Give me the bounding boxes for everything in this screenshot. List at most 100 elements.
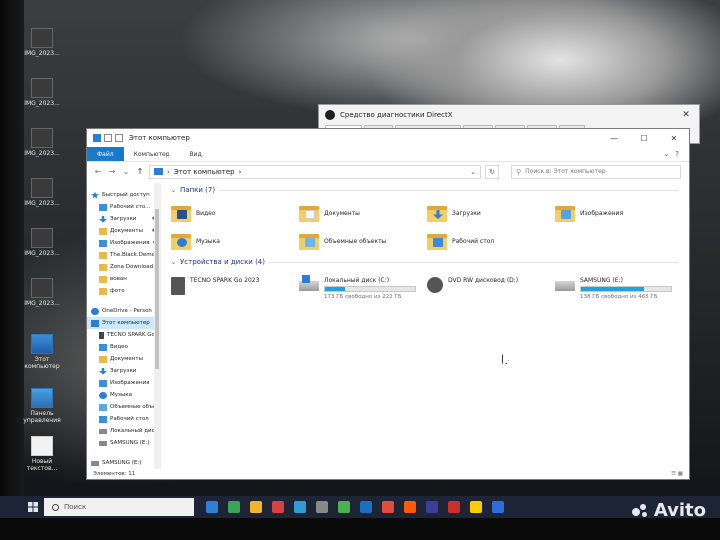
- taskbar: Поиск: [0, 496, 720, 518]
- taskbar-app-icon[interactable]: [206, 501, 218, 513]
- directx-app-icon: [325, 110, 335, 120]
- taskbar-app-icon[interactable]: [360, 501, 372, 513]
- nav-item-label: Рабочий стол: [110, 416, 149, 422]
- nav-item[interactable]: Документы✱: [87, 225, 160, 237]
- folder-downloads[interactable]: Загрузки: [427, 199, 555, 227]
- recent-locations-button[interactable]: ⌄: [121, 167, 131, 176]
- close-button[interactable]: ✕: [659, 134, 689, 143]
- address-dropdown-icon[interactable]: ⌄: [470, 168, 476, 176]
- devices-group-header[interactable]: ⌄ Устройства и диски (4): [171, 255, 689, 269]
- tab-computer[interactable]: Компьютер: [124, 147, 180, 161]
- directx-titlebar[interactable]: Средство диагностики DirectX ✕: [319, 105, 699, 125]
- nav-item-label: SAMSUNG (E:): [102, 460, 142, 466]
- desktop-icon-photo[interactable]: IMG_2023...: [20, 228, 64, 257]
- device-tile[interactable]: DVD RW дисковод (D:): [427, 273, 555, 307]
- nav-item[interactable]: Локальный дис: [87, 425, 160, 437]
- desktop-icon-photo[interactable]: IMG_2023...: [20, 128, 64, 157]
- taskbar-app-icon[interactable]: [492, 501, 504, 513]
- nav-item[interactable]: Видео: [87, 341, 160, 353]
- nav-item[interactable]: вован: [87, 273, 160, 285]
- tab-view[interactable]: Вид: [180, 147, 212, 161]
- folder-icon: [555, 204, 575, 222]
- monitor-bezel-bottom: [0, 518, 720, 540]
- nav-item[interactable]: Этот компьютер: [87, 317, 160, 329]
- minimize-button[interactable]: —: [599, 134, 629, 143]
- device-tile[interactable]: TECNO SPARK Go 2023: [171, 273, 299, 307]
- directx-close-button[interactable]: ✕: [673, 110, 699, 120]
- properties-icon[interactable]: [104, 134, 112, 142]
- taskbar-app-icon[interactable]: [404, 501, 416, 513]
- desktop-icon-photo[interactable]: IMG_2023...: [20, 278, 64, 307]
- taskbar-app-icon[interactable]: [228, 501, 240, 513]
- tab-file[interactable]: Файл: [87, 147, 124, 161]
- nav-item[interactable]: Изображения✱: [87, 237, 160, 249]
- taskbar-app-icon[interactable]: [382, 501, 394, 513]
- folder-pictures[interactable]: Изображения: [555, 199, 683, 227]
- desktop-icon-photo[interactable]: IMG_2023...: [20, 178, 64, 207]
- nav-scrollbar-thumb[interactable]: [155, 209, 159, 369]
- nav-item[interactable]: Рабочий стол: [87, 413, 160, 425]
- taskbar-app-icon[interactable]: [448, 501, 460, 513]
- folder-3d-objects[interactable]: Объемные объекты: [299, 227, 427, 255]
- taskbar-search[interactable]: Поиск: [44, 498, 194, 516]
- nav-item[interactable]: Объемные объе: [87, 401, 160, 413]
- explorer-window[interactable]: Этот компьютер — ☐ ✕ Файл Компьютер Вид …: [86, 128, 690, 480]
- nav-item[interactable]: Рабочий сто...✱: [87, 201, 160, 213]
- folders-group-header[interactable]: ⌄ Папки (7): [171, 183, 689, 197]
- breadcrumb-this-pc[interactable]: Этот компьютер: [174, 168, 235, 176]
- back-button[interactable]: ←: [93, 167, 103, 176]
- up-button[interactable]: ↑: [135, 167, 145, 176]
- taskbar-app-icon[interactable]: [470, 501, 482, 513]
- desktop-icon-pc[interactable]: Этот компьютер: [20, 334, 64, 370]
- nav-item[interactable]: Загрузки: [87, 365, 160, 377]
- start-button[interactable]: [22, 496, 44, 518]
- device-tile[interactable]: Локальный диск (C:) 173 ГБ свободно из 22…: [299, 273, 427, 307]
- desktop-icon-photo[interactable]: IMG_2023...: [20, 28, 64, 57]
- explorer-titlebar[interactable]: Этот компьютер — ☐ ✕: [87, 129, 689, 147]
- address-input[interactable]: › Этот компьютер › ⌄: [149, 164, 481, 179]
- search-input[interactable]: [525, 168, 666, 175]
- nav-item[interactable]: Музыка: [87, 389, 160, 401]
- view-toggle-icons[interactable]: ☰ ▦: [671, 471, 683, 477]
- maximize-button[interactable]: ☐: [629, 134, 659, 143]
- nav-item[interactable]: Изображения: [87, 377, 160, 389]
- taskbar-app-icon[interactable]: [316, 501, 328, 513]
- taskbar-app-icon[interactable]: [338, 501, 350, 513]
- desktop-icon-panel[interactable]: Панель управления: [20, 388, 64, 424]
- taskbar-app-icon[interactable]: [294, 501, 306, 513]
- collapse-caret-icon[interactable]: ⌄: [171, 259, 176, 266]
- taskbar-app-icon[interactable]: [250, 501, 262, 513]
- taskbar-app-icon[interactable]: [272, 501, 284, 513]
- refresh-button[interactable]: ↻: [485, 164, 499, 179]
- nav-item[interactable]: Документы: [87, 353, 160, 365]
- nav-item[interactable]: SAMSUNG (E:): [87, 457, 160, 469]
- desktop-icon-file[interactable]: Новый текстов...: [20, 436, 64, 472]
- expand-ribbon-icon[interactable]: ⌄: [663, 150, 669, 158]
- folder-desktop[interactable]: Рабочий стол: [427, 227, 555, 255]
- folder-documents[interactable]: Документы: [299, 199, 427, 227]
- collapse-caret-icon[interactable]: ⌄: [171, 187, 176, 194]
- ribbon-tabs: Файл Компьютер Вид ⌄ ?: [87, 147, 689, 161]
- music-icon: [99, 391, 107, 399]
- device-info: SAMSUNG (E:) 138 ГБ свободно из 465 ГБ: [580, 277, 672, 300]
- nav-item[interactable]: Zona Download: [87, 261, 160, 273]
- folder-music[interactable]: Музыка: [171, 227, 299, 255]
- nav-item[interactable]: Загрузки✱: [87, 213, 160, 225]
- taskbar-app-icon[interactable]: [426, 501, 438, 513]
- nav-item[interactable]: фото: [87, 285, 160, 297]
- search-box[interactable]: ⚲: [511, 164, 681, 179]
- help-icon[interactable]: ?: [675, 150, 679, 158]
- new-folder-icon[interactable]: [115, 134, 123, 142]
- nav-item[interactable]: OneDrive - Person: [87, 305, 160, 317]
- forward-button[interactable]: →: [107, 167, 117, 176]
- nav-item[interactable]: The.Black.Demo: [87, 249, 160, 261]
- folder-video[interactable]: Видео: [171, 199, 299, 227]
- device-label: TECNO SPARK Go 2023: [190, 277, 260, 284]
- device-tile[interactable]: SAMSUNG (E:) 138 ГБ свободно из 465 ГБ: [555, 273, 683, 307]
- nav-item[interactable]: SAMSUNG (E:): [87, 437, 160, 449]
- nav-scrollbar[interactable]: [154, 183, 160, 469]
- desktop-icon-photo[interactable]: IMG_2023...: [20, 78, 64, 107]
- nav-item[interactable]: TECNO SPARK Go: [87, 329, 160, 341]
- nav-item[interactable]: Быстрый доступ: [87, 189, 160, 201]
- nav-item-label: Изображения: [110, 380, 150, 386]
